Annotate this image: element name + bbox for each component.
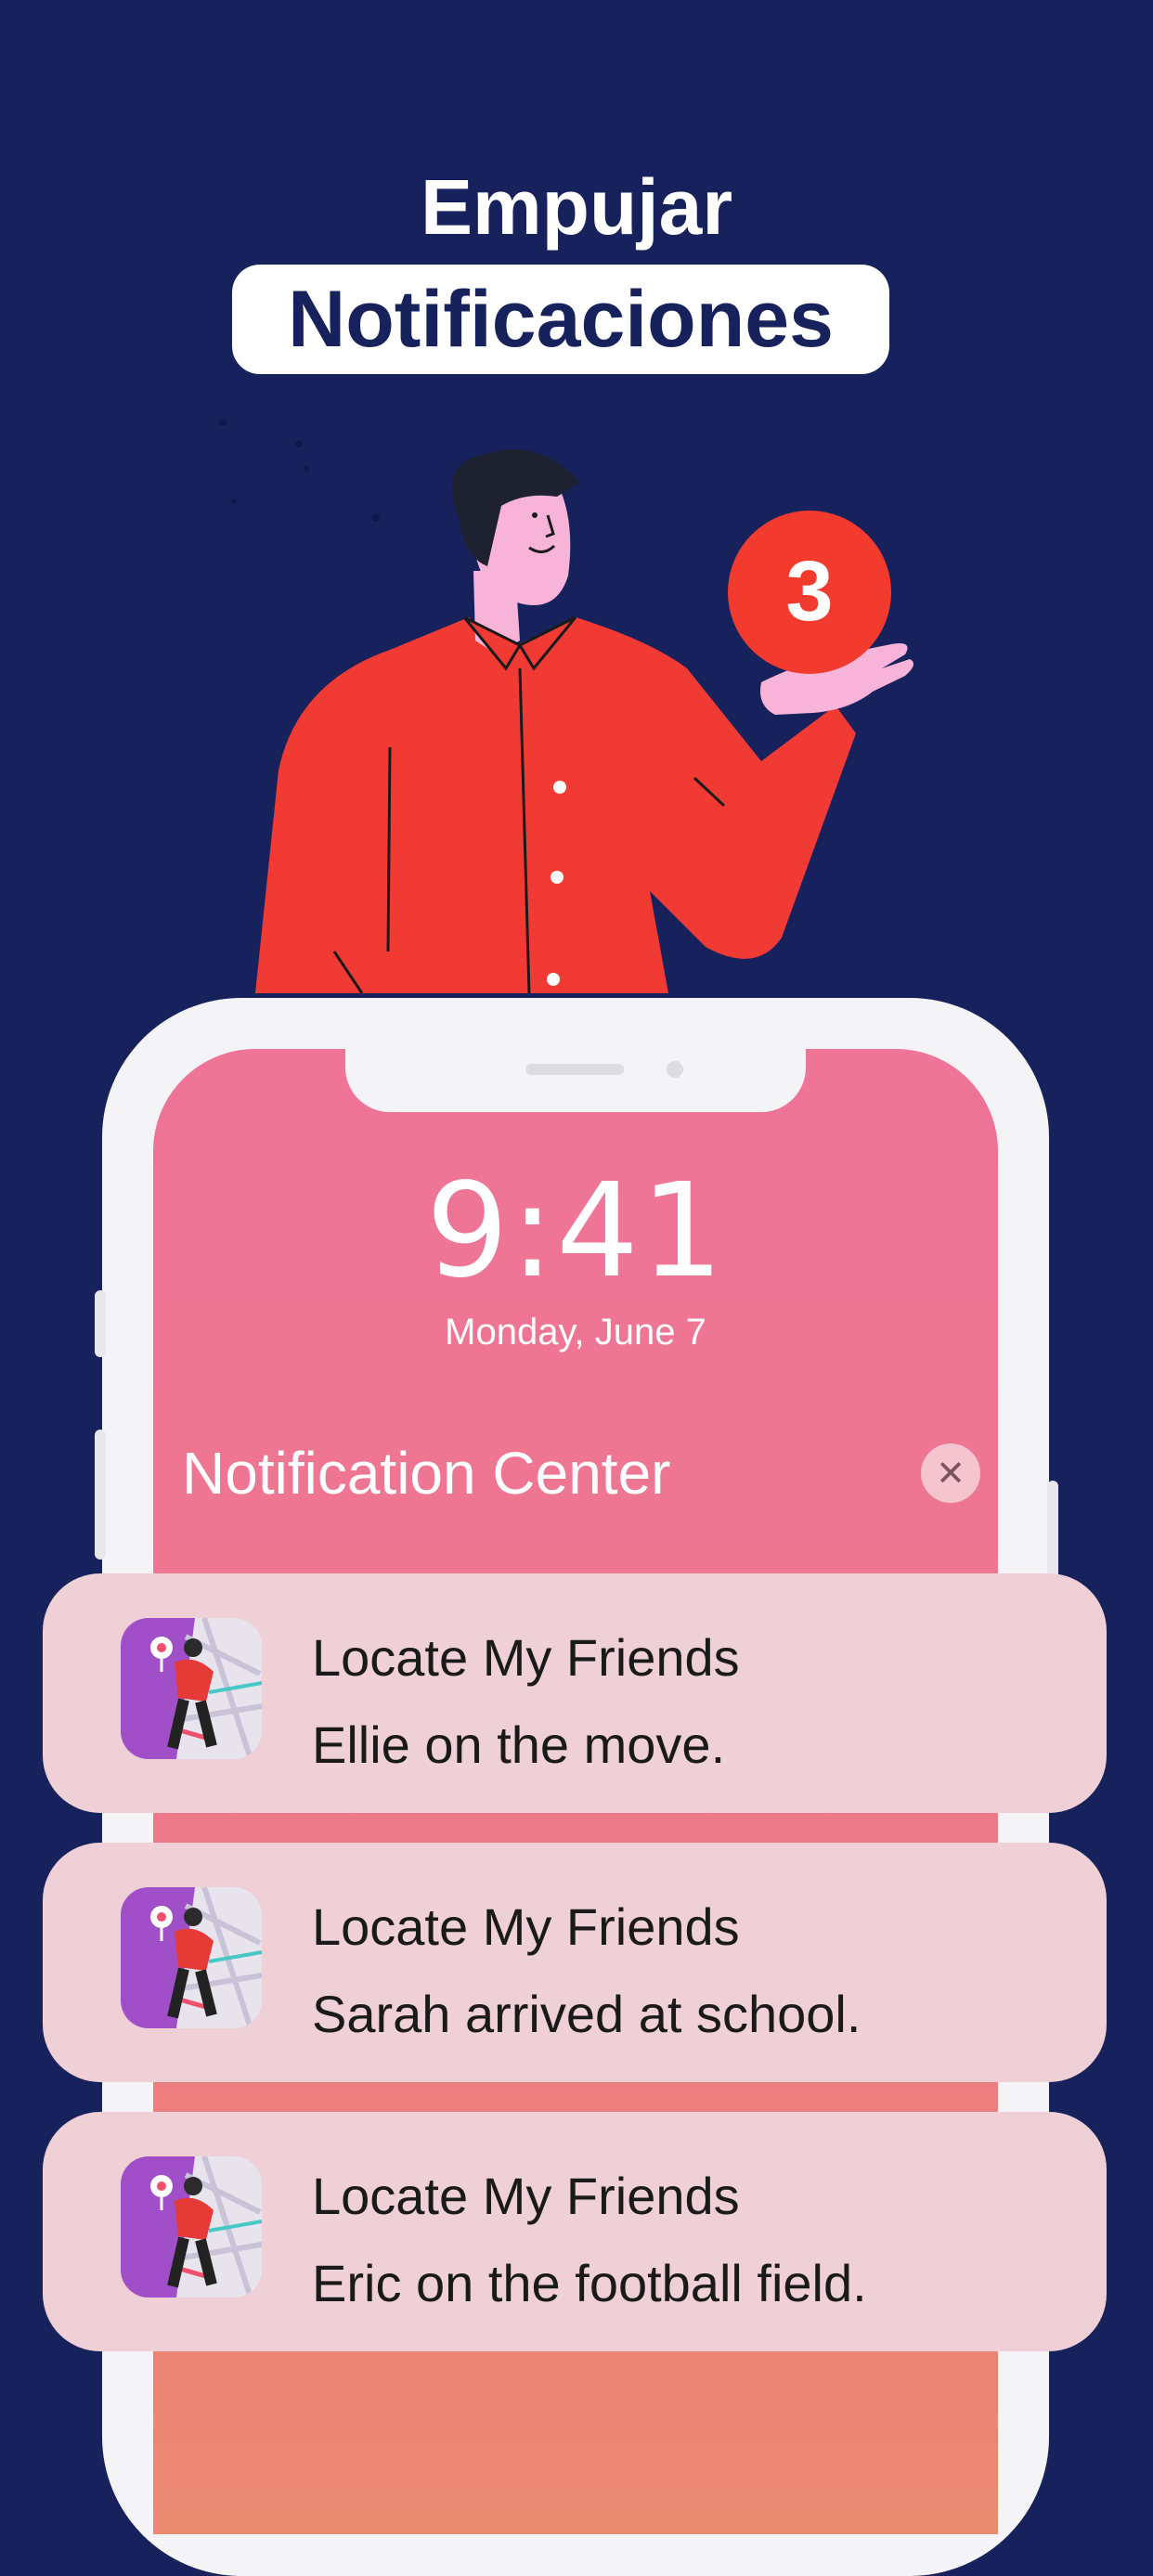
badge-count: 3: [785, 544, 834, 639]
notification-card[interactable]: Locate My Friends Ellie on the move.: [43, 1573, 1107, 1813]
notification-card[interactable]: Locate My Friends Sarah arrived at schoo…: [43, 1843, 1107, 2082]
notification-app-name: Locate My Friends: [312, 1897, 740, 1956]
notification-message: Ellie on the move.: [312, 1715, 726, 1774]
notification-card[interactable]: Locate My Friends Eric on the football f…: [43, 2112, 1107, 2351]
notification-message: Eric on the football field.: [312, 2254, 867, 2312]
phone-notch: [345, 1049, 806, 1112]
notification-app-name: Locate My Friends: [312, 2167, 740, 2225]
lock-screen-date: Monday, June 7: [445, 1312, 706, 1353]
shirt: [255, 617, 856, 993]
notification-message: Sarah arrived at school.: [312, 1985, 862, 2043]
phone-side-button: [95, 1430, 106, 1560]
lock-screen-time: 9:41: [425, 1156, 726, 1307]
notification-app-name: Locate My Friends: [312, 1628, 740, 1687]
phone-side-button: [95, 1290, 106, 1357]
notification-center-title: Notification Center: [182, 1440, 671, 1507]
close-icon[interactable]: ✕: [921, 1443, 980, 1503]
app-icon: [121, 2156, 262, 2298]
speaker-grille: [525, 1064, 624, 1075]
front-camera: [667, 1061, 683, 1078]
app-icon: [121, 1618, 262, 1759]
man-illustration: [219, 419, 913, 994]
app-icon: [121, 1887, 262, 2028]
